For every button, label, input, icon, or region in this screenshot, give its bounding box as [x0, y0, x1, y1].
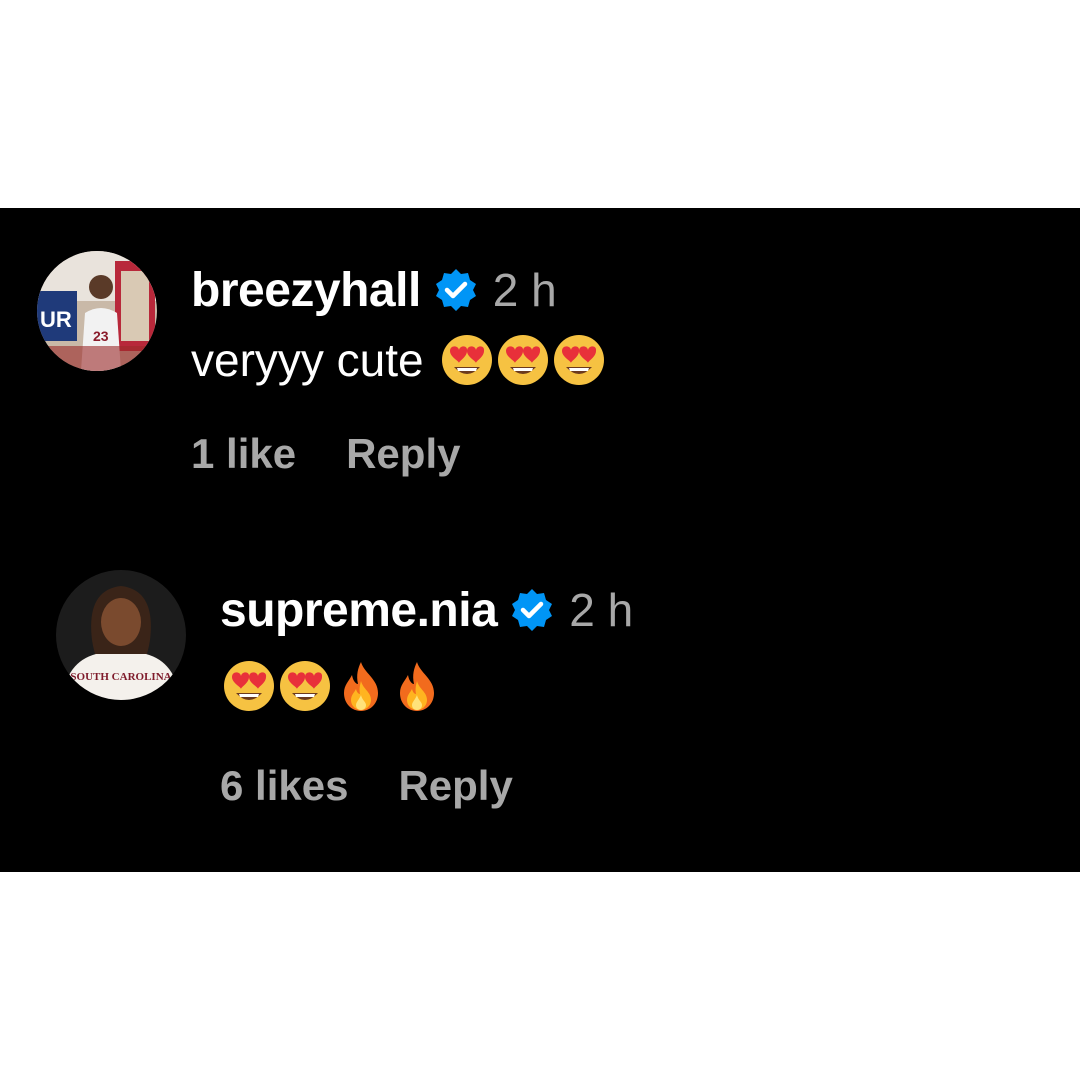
- timestamp: 2 h: [492, 264, 557, 316]
- verified-badge-icon: [433, 267, 479, 313]
- heart-eyes-emoji-icon: [440, 333, 494, 387]
- heart-eyes-emoji-icon: [222, 659, 276, 713]
- comment-breezyhall: UR 23 breezyhall 2 h veryyy cute 1 like …: [0, 208, 1080, 508]
- username[interactable]: breezyhall: [191, 263, 421, 318]
- heart-eyes-emoji-icon: [278, 659, 332, 713]
- avatar-jersey-number: 23: [93, 328, 109, 344]
- comment-supreme-nia: SOUTH CAROLINA supreme.nia 2 h 6 likes R…: [0, 538, 1080, 858]
- heart-eyes-emoji-icon: [496, 333, 550, 387]
- likes-count[interactable]: 6 likes: [220, 762, 348, 810]
- heart-eyes-emoji-icon: [552, 333, 606, 387]
- comment-header: supreme.nia 2 h: [220, 580, 633, 640]
- timestamp: 2 h: [569, 584, 634, 636]
- likes-count[interactable]: 1 like: [191, 430, 296, 478]
- comment-text: veryyy cute: [191, 330, 606, 390]
- comment-header: breezyhall 2 h: [191, 260, 557, 320]
- screenshot-canvas: UR 23 breezyhall 2 h veryyy cute 1 like …: [0, 0, 1080, 1080]
- comment-message: veryyy cute: [191, 334, 424, 386]
- comment-actions: 1 like Reply: [191, 430, 460, 478]
- avatar[interactable]: UR 23: [37, 251, 157, 371]
- avatar-shirt-text: SOUTH CAROLINA: [70, 671, 171, 683]
- avatar-sign-text: UR: [40, 307, 72, 332]
- comment-actions: 6 likes Reply: [220, 762, 513, 810]
- username[interactable]: supreme.nia: [220, 583, 498, 638]
- reply-button[interactable]: Reply: [346, 430, 460, 478]
- verified-badge-icon: [509, 587, 555, 633]
- fire-emoji-icon: [390, 659, 444, 713]
- fire-emoji-icon: [334, 659, 388, 713]
- reply-button[interactable]: Reply: [398, 762, 512, 810]
- avatar[interactable]: SOUTH CAROLINA: [56, 570, 186, 700]
- comment-text: [220, 656, 444, 716]
- comments-panel: UR 23 breezyhall 2 h veryyy cute 1 like …: [0, 208, 1080, 872]
